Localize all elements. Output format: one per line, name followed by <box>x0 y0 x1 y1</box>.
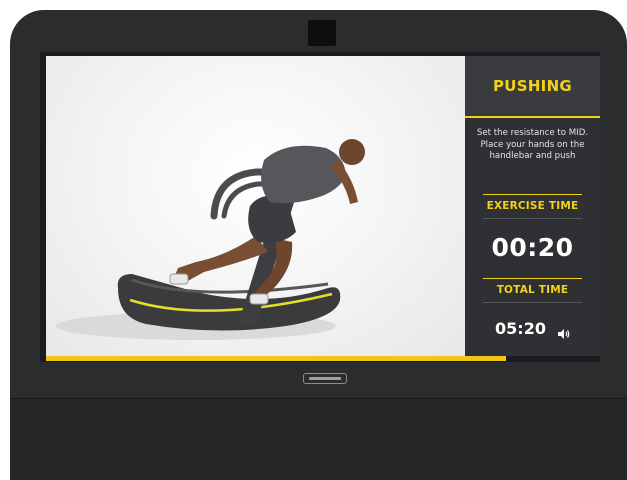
total-time-value: 05:20 <box>495 319 546 338</box>
workout-progress-bar <box>46 356 600 361</box>
camera-icon <box>308 20 336 46</box>
runner-shirt <box>261 145 346 204</box>
total-time-row: 05:20 <box>465 303 600 339</box>
phase-instruction: Set the resistance to MID. Place your ha… <box>476 128 589 161</box>
runner-head <box>339 139 365 165</box>
volume-icon[interactable] <box>557 324 570 339</box>
workout-info-panel: PUSHING Set the resistance to MID. Place… <box>465 56 600 356</box>
phase-header: PUSHING <box>465 56 600 118</box>
total-time-label: TOTAL TIME <box>496 284 569 296</box>
console-lower-panel <box>10 398 627 480</box>
exercise-illustration <box>46 56 465 356</box>
workout-progress-fill <box>46 356 506 361</box>
exercise-time-value: 00:20 <box>491 233 574 262</box>
phase-title: PUSHING <box>492 77 573 95</box>
brand-logo <box>303 373 347 384</box>
exercise-time-label: EXERCISE TIME <box>486 200 579 212</box>
